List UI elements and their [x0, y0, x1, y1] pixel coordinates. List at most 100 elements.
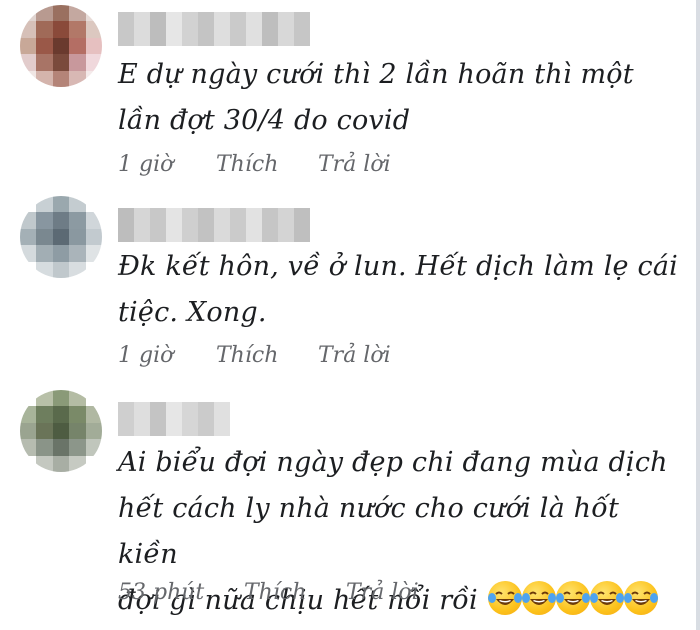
avatar-pixel — [36, 406, 53, 423]
avatar-pixel — [20, 439, 37, 456]
name-pixel — [182, 402, 198, 436]
comment-actions: 53 phút Thích Trả lời — [118, 580, 419, 605]
face-with-tears-of-joy-icon — [589, 581, 624, 615]
name-pixel — [182, 208, 198, 242]
avatar-pixel — [20, 422, 37, 440]
avatar-pixel — [69, 390, 86, 407]
scrollbar-edge — [696, 0, 700, 630]
face-with-tears-of-joy-icon — [521, 581, 556, 615]
avatar-pixel — [36, 5, 53, 22]
avatar-pixel — [52, 212, 70, 229]
commenter-name-blurred[interactable] — [118, 12, 310, 46]
avatar-pixel — [69, 245, 86, 262]
avatar-pixel — [85, 406, 102, 423]
avatar-pixel — [69, 455, 86, 472]
name-pixel — [150, 12, 166, 46]
avatar-pixel — [85, 196, 102, 213]
avatar-pixel — [36, 245, 53, 262]
avatar-pixel — [85, 212, 102, 229]
avatar-pixel — [85, 422, 102, 440]
avatar-pixel — [52, 390, 70, 407]
avatar-pixel — [85, 455, 102, 472]
avatar-pixel — [69, 406, 86, 423]
avatar-pixel — [52, 54, 70, 71]
avatar-pixel — [85, 5, 102, 22]
avatar-pixel — [20, 228, 37, 246]
avatar-pixel — [85, 37, 102, 55]
avatar-pixel — [85, 228, 102, 246]
face-with-tears-of-joy-icon — [487, 581, 522, 615]
avatar-pixel — [36, 37, 53, 55]
avatar-pixel — [52, 228, 70, 246]
avatar-pixel — [69, 439, 86, 456]
avatar-pixel — [36, 212, 53, 229]
avatar-pixel — [69, 228, 86, 246]
comment-text-line: Ai biểu đợi ngày đẹp chi đang mùa dịch — [118, 447, 668, 478]
avatar-pixel — [20, 196, 37, 213]
avatar[interactable] — [20, 5, 102, 87]
avatar-pixel — [52, 196, 70, 213]
name-pixel — [214, 402, 230, 436]
avatar-pixel — [36, 196, 53, 213]
avatar-pixel — [52, 245, 70, 262]
avatar-pixel — [69, 21, 86, 38]
avatar-pixel — [20, 212, 37, 229]
name-pixel — [198, 402, 214, 436]
avatar-pixel — [36, 228, 53, 246]
avatar-pixel — [36, 422, 53, 440]
name-pixel — [118, 208, 134, 242]
avatar-pixel — [85, 54, 102, 71]
name-pixel — [246, 12, 262, 46]
avatar-pixel — [36, 21, 53, 38]
avatar-pixel — [52, 422, 70, 440]
avatar-pixel — [36, 390, 53, 407]
avatar-pixel — [85, 245, 102, 262]
avatar-pixel — [20, 37, 37, 55]
name-pixel — [278, 208, 294, 242]
avatar-pixel — [36, 54, 53, 71]
reply-button[interactable]: Trả lời — [346, 580, 419, 605]
name-pixel — [134, 208, 150, 242]
avatar-pixel — [85, 70, 102, 87]
name-pixel — [278, 12, 294, 46]
comment-timestamp: 1 giờ — [118, 152, 174, 177]
name-pixel — [294, 208, 310, 242]
avatar-pixel — [85, 439, 102, 456]
avatar-pixel — [69, 196, 86, 213]
avatar-pixel — [69, 37, 86, 55]
avatar[interactable] — [20, 196, 102, 278]
like-button[interactable]: Thích — [216, 343, 318, 368]
avatar-pixel — [52, 439, 70, 456]
avatar-pixel — [20, 390, 37, 407]
avatar-pixel — [36, 70, 53, 87]
commenter-name-blurred[interactable] — [118, 208, 310, 242]
reply-button[interactable]: Trả lời — [318, 152, 391, 177]
avatar-pixel — [69, 54, 86, 71]
comment-text: Đk kết hôn, về ở lun. Hết dịch làm lẹ cá… — [118, 251, 678, 328]
avatar-pixel — [85, 21, 102, 38]
avatar-pixel — [85, 261, 102, 278]
avatar-pixel — [69, 70, 86, 87]
avatar-pixel — [69, 212, 86, 229]
name-pixel — [294, 12, 310, 46]
avatar[interactable] — [20, 390, 102, 472]
like-button[interactable]: Thích — [244, 580, 346, 605]
avatar-pixel — [20, 245, 37, 262]
like-button[interactable]: Thích — [216, 152, 318, 177]
name-pixel — [230, 208, 246, 242]
avatar-pixel — [20, 5, 37, 22]
name-pixel — [214, 208, 230, 242]
avatar-pixel — [52, 21, 70, 38]
comment-timestamp: 53 phút — [118, 580, 205, 605]
name-pixel — [246, 208, 262, 242]
avatar-pixel — [20, 54, 37, 71]
reply-button[interactable]: Trả lời — [318, 343, 391, 368]
avatar-pixel — [69, 5, 86, 22]
face-with-tears-of-joy-icon — [555, 581, 590, 615]
commenter-name-blurred[interactable] — [118, 402, 230, 436]
emoji-group — [487, 581, 658, 615]
name-pixel — [118, 12, 134, 46]
name-pixel — [166, 12, 182, 46]
comment-actions: 1 giờ Thích Trả lời — [118, 152, 391, 177]
avatar-pixel — [20, 406, 37, 423]
